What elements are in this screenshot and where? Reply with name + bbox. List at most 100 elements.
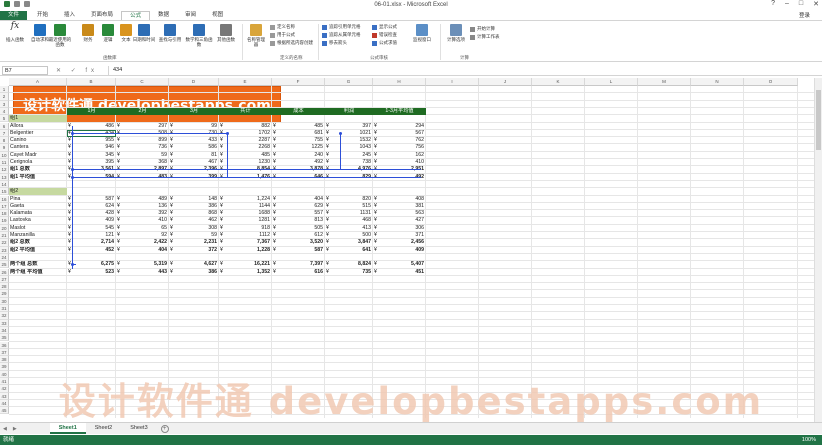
- data-cell[interactable]: 433: [169, 137, 219, 144]
- data-cell[interactable]: 2,231: [169, 239, 219, 246]
- ribbon-btn-lib-6[interactable]: 日期和时间: [132, 24, 156, 42]
- data-cell[interactable]: 587: [272, 247, 325, 254]
- column-header-G[interactable]: G: [325, 78, 373, 86]
- close-button[interactable]: ✕: [813, 0, 819, 8]
- row-header-5[interactable]: 5: [0, 115, 9, 123]
- column-header-K[interactable]: K: [532, 78, 585, 86]
- data-cell[interactable]: 5,407: [373, 261, 426, 268]
- add-sheet-icon[interactable]: +: [160, 424, 169, 433]
- data-cell[interactable]: 918: [219, 225, 272, 232]
- row-header-20[interactable]: 20: [0, 224, 9, 232]
- data-cell[interactable]: 563: [373, 210, 426, 217]
- data-cell[interactable]: 3,520: [272, 239, 325, 246]
- sheet-tab-1[interactable]: Sheet1: [49, 423, 86, 434]
- data-cell[interactable]: 899: [116, 137, 169, 144]
- row-header-7[interactable]: 7: [0, 129, 9, 138]
- data-cell[interactable]: 92: [116, 232, 169, 239]
- row-header-24[interactable]: 24: [0, 253, 9, 262]
- row-label[interactable]: 组2: [10, 188, 68, 195]
- row-label[interactable]: 组1 平均值: [10, 174, 68, 181]
- data-cell[interactable]: 1043: [325, 144, 373, 151]
- row-label[interactable]: Gaeta: [10, 203, 68, 210]
- row-header-35[interactable]: 35: [0, 334, 9, 342]
- data-cell[interactable]: 148: [169, 196, 219, 203]
- tab-1[interactable]: 开始: [29, 11, 56, 20]
- column-header-B[interactable]: B: [67, 78, 116, 86]
- data-cell[interactable]: 1,224: [219, 196, 272, 203]
- data-cell[interactable]: 392: [116, 210, 169, 217]
- data-cell[interactable]: 413: [325, 225, 373, 232]
- minimize-button[interactable]: –: [785, 0, 789, 8]
- column-header-I[interactable]: I: [426, 78, 479, 86]
- data-cell[interactable]: 624: [67, 203, 116, 210]
- data-cell[interactable]: 245: [325, 152, 373, 159]
- calc-item-1[interactable]: 开始计算: [470, 26, 495, 32]
- data-cell[interactable]: 1,228: [219, 247, 272, 254]
- worksheet-grid[interactable]: 设计软件通 developbestapps.com ABCDEFGHIJKLMN…: [0, 78, 814, 418]
- scroll-thumb[interactable]: [816, 90, 821, 150]
- row-header-4[interactable]: 4: [0, 107, 9, 116]
- row-label[interactable]: Cerignola: [10, 159, 68, 166]
- data-cell[interactable]: 738: [325, 159, 373, 166]
- audit-item-1[interactable]: 追踪从属单元格: [322, 32, 361, 38]
- tab-2[interactable]: 插入: [56, 11, 83, 20]
- row-header-23[interactable]: 23: [0, 246, 9, 254]
- sheet-nav-next-icon[interactable]: ▶: [13, 426, 17, 432]
- ribbon-btn-lib-8[interactable]: 数学和三角函数: [184, 24, 214, 47]
- row-label[interactable]: 组2 平均值: [10, 247, 68, 254]
- maximize-button[interactable]: □: [799, 0, 803, 8]
- zoom-level[interactable]: 100%: [802, 435, 816, 445]
- ribbon-btn-lib-7[interactable]: 查找与引用: [158, 24, 182, 42]
- row-header-27[interactable]: 27: [0, 275, 9, 284]
- data-cell[interactable]: 946: [67, 144, 116, 151]
- data-cell[interactable]: 736: [116, 144, 169, 151]
- data-cell[interactable]: 427: [373, 217, 426, 224]
- data-cell[interactable]: 545: [67, 225, 116, 232]
- login-link[interactable]: 登录: [799, 11, 810, 19]
- data-cell[interactable]: 59: [169, 232, 219, 239]
- names-item-2[interactable]: 用于公式: [270, 32, 295, 38]
- data-cell[interactable]: 395: [67, 159, 116, 166]
- data-cell[interactable]: 489: [116, 196, 169, 203]
- data-cell[interactable]: 1112: [219, 232, 272, 239]
- row-header-14[interactable]: 14: [0, 180, 9, 189]
- data-cell[interactable]: 462: [169, 217, 219, 224]
- data-cell[interactable]: 813: [272, 217, 325, 224]
- row-label[interactable]: Cantera: [10, 144, 68, 151]
- calc-options-button[interactable]: 计算选项: [446, 24, 466, 42]
- data-cell[interactable]: 410: [373, 159, 426, 166]
- names-item-1[interactable]: 定义名称: [270, 24, 295, 30]
- row-header-15[interactable]: 15: [0, 188, 9, 196]
- data-cell[interactable]: 468: [325, 217, 373, 224]
- data-cell[interactable]: 65: [116, 225, 169, 232]
- column-header-N[interactable]: N: [691, 78, 744, 86]
- tab-5[interactable]: 数据: [150, 11, 177, 20]
- sheet-tab-3[interactable]: Sheet3: [121, 423, 156, 434]
- data-cell[interactable]: 397: [325, 123, 373, 130]
- data-cell[interactable]: 492: [272, 159, 325, 166]
- data-cell[interactable]: 345: [67, 152, 116, 159]
- row-header-41[interactable]: 41: [0, 378, 9, 386]
- data-cell[interactable]: 5,319: [116, 261, 169, 268]
- names-item-3[interactable]: 根据所选内容创建: [270, 40, 313, 46]
- data-cell[interactable]: 59: [116, 152, 169, 159]
- row-header-12[interactable]: 12: [0, 166, 9, 174]
- data-cell[interactable]: 408: [373, 196, 426, 203]
- data-cell[interactable]: 240: [272, 152, 325, 159]
- formula-input[interactable]: 434: [108, 66, 814, 75]
- data-cell[interactable]: 1532: [325, 137, 373, 144]
- data-cell[interactable]: 762: [373, 137, 426, 144]
- data-cell[interactable]: 2,714: [67, 239, 116, 246]
- data-cell[interactable]: 1144: [219, 203, 272, 210]
- data-cell[interactable]: 297: [116, 123, 169, 130]
- vertical-scrollbar[interactable]: [814, 78, 822, 422]
- row-header-29[interactable]: 29: [0, 290, 9, 298]
- row-header-40[interactable]: 40: [0, 370, 9, 378]
- sheet-nav-prev-icon[interactable]: ◀: [3, 426, 7, 432]
- data-cell[interactable]: 820: [325, 196, 373, 203]
- data-cell[interactable]: 629: [272, 203, 325, 210]
- row-label[interactable]: 两个组 平均值: [10, 269, 68, 276]
- data-cell[interactable]: 368: [116, 159, 169, 166]
- data-cell[interactable]: 1,352: [219, 269, 272, 276]
- column-header-O[interactable]: O: [744, 78, 798, 86]
